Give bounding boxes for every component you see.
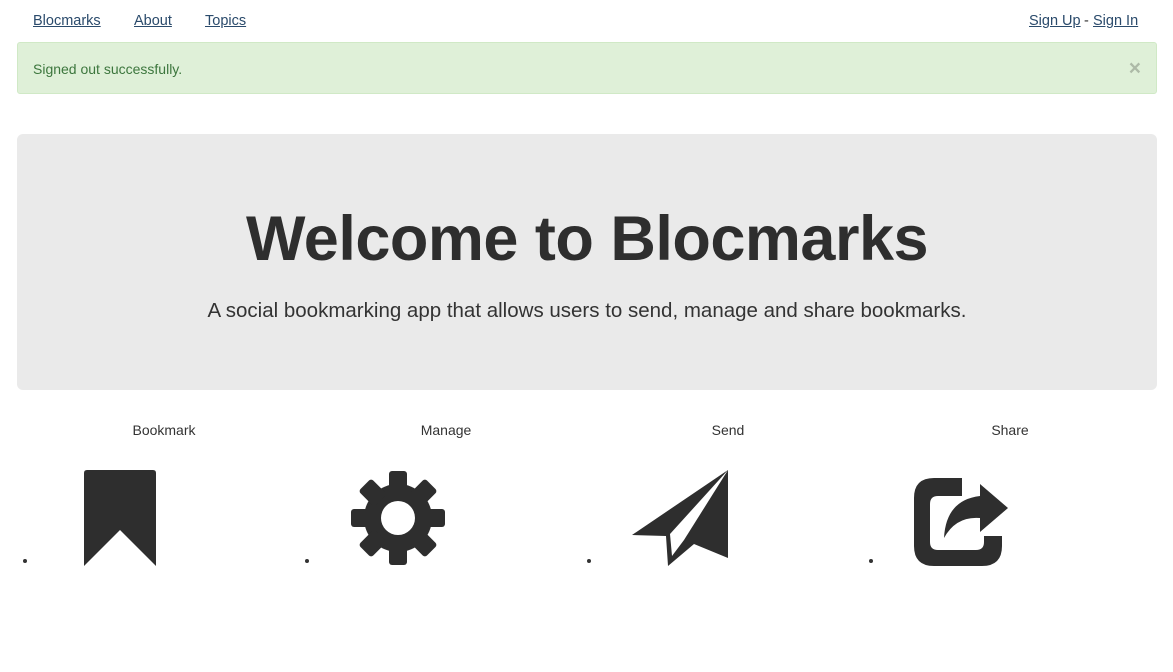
nav-separator: - — [1084, 13, 1089, 29]
paper-plane-icon — [632, 470, 728, 566]
sign-up-link[interactable]: Sign Up — [1029, 13, 1081, 29]
top-navbar: Blocmarks About Topics Sign Up - Sign In — [0, 0, 1173, 42]
feature-label-bookmark: Bookmark — [132, 422, 196, 438]
topics-link[interactable]: Topics — [205, 13, 246, 29]
hero-subtitle: A social bookmarking app that allows use… — [207, 299, 967, 322]
hero-jumbotron: Welcome to Blocmarks A social bookmarkin… — [17, 134, 1157, 390]
feature-label-share: Share — [991, 422, 1029, 438]
page-title: Welcome to Blocmarks — [245, 204, 929, 274]
sign-in-link[interactable]: Sign In — [1093, 13, 1138, 29]
flash-alert: Signed out successfully. × — [17, 42, 1157, 94]
brand-link[interactable]: Blocmarks — [33, 13, 101, 29]
alert-message: Signed out successfully. — [33, 61, 183, 77]
list-bullet — [23, 559, 27, 563]
bookmark-icon — [84, 470, 156, 566]
feature-label-send: Send — [711, 422, 745, 438]
list-bullet — [587, 559, 591, 563]
close-icon[interactable]: × — [1129, 58, 1141, 79]
feature-label-manage: Manage — [420, 422, 472, 438]
about-link[interactable]: About — [134, 13, 172, 29]
share-icon — [914, 478, 1008, 566]
gear-icon — [351, 471, 445, 565]
list-bullet — [869, 559, 873, 563]
list-bullet — [305, 559, 309, 563]
